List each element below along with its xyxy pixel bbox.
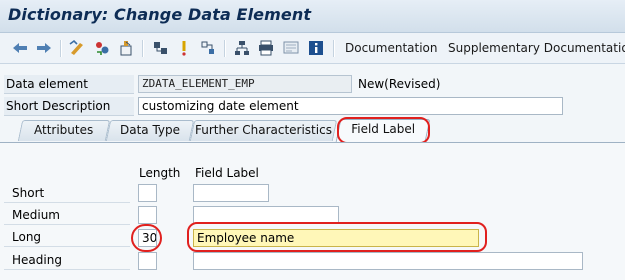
print-icon[interactable] (257, 39, 275, 57)
heading-length-field[interactable] (138, 252, 157, 270)
short-description-field[interactable]: customizing date element (138, 97, 563, 115)
forward-arrow-icon[interactable] (35, 39, 53, 57)
short-description-label: Short Description (6, 99, 111, 113)
row-label-long: Long (4, 227, 130, 247)
other-object-icon[interactable] (93, 39, 111, 57)
documentation-button[interactable]: Documentation (345, 41, 438, 55)
window-title: Dictionary: Change Data Element (8, 5, 312, 24)
data-element-field: ZDATA_ELEMENT_EMP (138, 75, 352, 93)
medium-length-field[interactable] (138, 206, 157, 224)
tab-attributes-label: Attributes (34, 123, 94, 137)
toolbar-separator (224, 40, 226, 57)
heading-label-field[interactable] (193, 252, 583, 270)
data-element-label: Data element (6, 77, 88, 91)
toolbar-separator (60, 40, 62, 57)
row-label-medium: Medium (4, 205, 130, 225)
title-bar: Dictionary: Change Data Element (0, 0, 625, 33)
application-toolbar: Documentation Supplementary Documentatio… (0, 33, 625, 64)
display-object-list-icon[interactable] (199, 39, 217, 57)
check-icon[interactable] (151, 39, 169, 57)
short-length-field[interactable] (138, 184, 157, 202)
long-length-highlight (131, 224, 162, 252)
field-label-tab-highlight (337, 117, 430, 144)
supplementary-documentation-button[interactable]: Supplementary Documentation (448, 41, 625, 55)
where-used-icon[interactable] (175, 39, 193, 57)
tab-data-type[interactable]: Data Type (105, 120, 195, 141)
tab-further-characteristics[interactable]: Further Characteristics (189, 120, 338, 141)
field-label-column-header: Field Label (195, 166, 259, 180)
toggle-edit-icon[interactable] (68, 39, 86, 57)
toolbar-separator (333, 40, 335, 57)
screen-icon[interactable] (282, 39, 300, 57)
hierarchy-icon[interactable] (233, 39, 251, 57)
tab-further-characteristics-label: Further Characteristics (195, 123, 332, 137)
row-label-heading: Heading (4, 250, 130, 270)
long-label-highlight (187, 222, 487, 252)
info-icon[interactable] (307, 39, 325, 57)
back-arrow-icon[interactable] (11, 39, 29, 57)
activate-icon[interactable] (117, 39, 135, 57)
length-column-header: Length (139, 166, 181, 180)
status-text: New(Revised) (358, 77, 441, 91)
row-label-short: Short (4, 183, 130, 203)
tab-attributes[interactable]: Attributes (17, 120, 111, 141)
short-label-field[interactable] (193, 184, 269, 202)
tab-strip: Attributes Data Type Further Characteris… (0, 119, 625, 142)
toolbar-separator (142, 40, 144, 57)
tab-data-type-label: Data Type (119, 123, 181, 137)
